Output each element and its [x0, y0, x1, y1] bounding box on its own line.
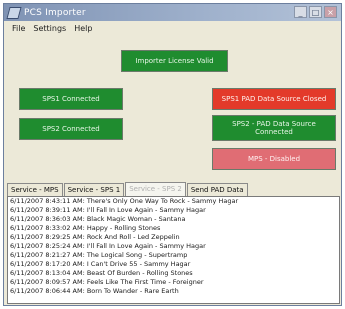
tab-send-pad-data[interactable]: Send PAD Data — [186, 183, 248, 196]
tab-service-mps[interactable]: Service - MPS — [7, 183, 63, 196]
menu-help[interactable]: Help — [74, 24, 92, 33]
maximize-button[interactable]: □ — [309, 6, 322, 18]
service-tabs: Service - MPS Service - SPS 1 Service - … — [7, 182, 340, 196]
menu-bar: File Settings Help — [4, 21, 341, 35]
mps-status: MPS - Disabled — [212, 148, 336, 170]
log-entry: 6/11/2007 8:17:20 AM: I Can't Drive 55 -… — [10, 260, 191, 268]
log-list[interactable]: 6/11/2007 8:43:11 AM: There's Only One W… — [7, 196, 340, 304]
log-entry: 6/11/2007 8:43:11 AM: There's Only One W… — [10, 197, 239, 205]
tab-service-sps1[interactable]: Service - SPS 1 — [63, 183, 125, 196]
app-icon — [6, 6, 22, 19]
log-entry: 6/11/2007 8:09:57 AM: Feels Like The Fir… — [10, 278, 204, 286]
title-bar[interactable]: PCS Importer _ □ × — [4, 4, 341, 21]
log-entry: 6/11/2007 8:06:44 AM: Born To Wander - R… — [10, 287, 179, 295]
window-title: PCS Importer — [24, 7, 86, 18]
log-entry: 6/11/2007 8:33:02 AM: Happy - Rolling St… — [10, 224, 161, 232]
status-panel: Importer License Valid SPS1 Connected SP… — [9, 38, 339, 180]
log-entry: 6/11/2007 8:36:03 AM: Black Magic Woman … — [10, 215, 186, 223]
log-entry: 6/11/2007 8:39:11 AM: I'll Fall In Love … — [10, 206, 206, 214]
log-entry: 6/11/2007 8:21:27 AM: The Logical Song -… — [10, 251, 188, 259]
menu-file[interactable]: File — [12, 24, 25, 33]
app-window: PCS Importer _ □ × File Settings Help Im… — [3, 3, 342, 306]
license-status: Importer License Valid — [121, 50, 228, 72]
sps2-pad-status: SPS2 - PAD Data Source Connected — [212, 115, 336, 141]
log-entry: 6/11/2007 8:29:25 AM: Rock And Roll - Le… — [10, 233, 180, 241]
log-entry: 6/11/2007 8:25:24 AM: I'll Fall In Love … — [10, 242, 206, 250]
sps1-connection-status: SPS1 Connected — [19, 88, 123, 110]
minimize-button[interactable]: _ — [294, 6, 307, 18]
sps1-pad-status: SPS1 PAD Data Source Closed — [212, 88, 336, 110]
sps2-connection-status: SPS2 Connected — [19, 118, 123, 140]
window-controls: _ □ × — [294, 6, 337, 18]
close-button[interactable]: × — [324, 6, 337, 18]
menu-settings[interactable]: Settings — [33, 24, 66, 33]
log-entry: 6/11/2007 8:13:04 AM: Beast Of Burden - … — [10, 269, 193, 277]
tab-service-sps2[interactable]: Service - SPS 2 — [125, 182, 186, 196]
